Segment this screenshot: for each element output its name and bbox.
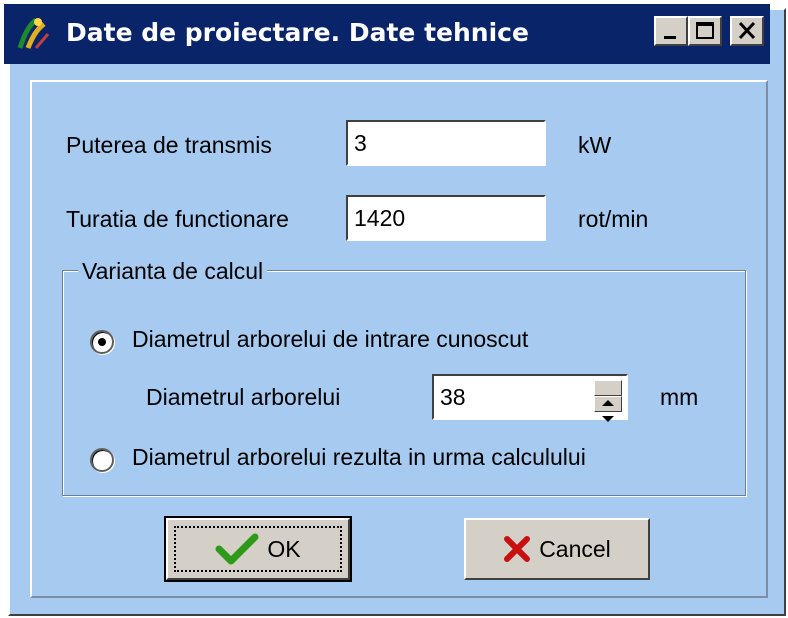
window-title: Date de proiectare. Date tehnice xyxy=(66,18,529,47)
power-label: Puterea de transmis xyxy=(66,132,272,158)
diameter-spinner[interactable] xyxy=(594,380,622,422)
power-unit: kW xyxy=(578,132,612,158)
radio-computed-diameter[interactable] xyxy=(90,448,114,472)
spin-down-button[interactable] xyxy=(594,396,622,422)
radio-selected-dot xyxy=(98,338,106,346)
diameter-spin-input[interactable]: 38 xyxy=(432,374,628,422)
ok-label: OK xyxy=(267,535,301,562)
title-bar[interactable]: Date de proiectare. Date tehnice xyxy=(4,4,770,64)
maximize-icon xyxy=(696,22,714,39)
maximize-button[interactable] xyxy=(688,16,722,46)
arrow-down-icon xyxy=(602,416,614,422)
x-icon xyxy=(504,536,531,562)
speed-unit: rot/min xyxy=(578,206,649,232)
diameter-value: 38 xyxy=(440,384,466,410)
speed-input[interactable]: 1420 xyxy=(346,195,546,241)
cancel-label: Cancel xyxy=(539,535,611,562)
checkmark-icon xyxy=(215,533,259,565)
option-known-diameter-label[interactable]: Diametrul arborelui de intrare cunoscut xyxy=(132,326,528,353)
close-icon xyxy=(738,21,756,40)
speed-label: Turatia de functionare xyxy=(66,206,289,232)
calc-variant-caption: Varianta de calcul xyxy=(78,258,268,285)
radio-known-diameter[interactable] xyxy=(90,330,114,354)
cancel-button[interactable]: Cancel xyxy=(464,518,650,580)
diameter-unit: mm xyxy=(660,384,699,410)
spin-up-button[interactable] xyxy=(594,380,622,406)
ok-button[interactable]: OK xyxy=(164,516,352,582)
diameter-label: Diametrul arborelui xyxy=(146,384,341,410)
power-input[interactable]: 3 xyxy=(346,120,546,166)
app-icon xyxy=(17,18,50,49)
close-button[interactable] xyxy=(730,16,764,46)
option-computed-diameter-label[interactable]: Diametrul arborelui rezulta in urma calc… xyxy=(132,444,586,471)
minimize-button[interactable] xyxy=(654,16,688,46)
minimize-icon xyxy=(664,36,676,39)
